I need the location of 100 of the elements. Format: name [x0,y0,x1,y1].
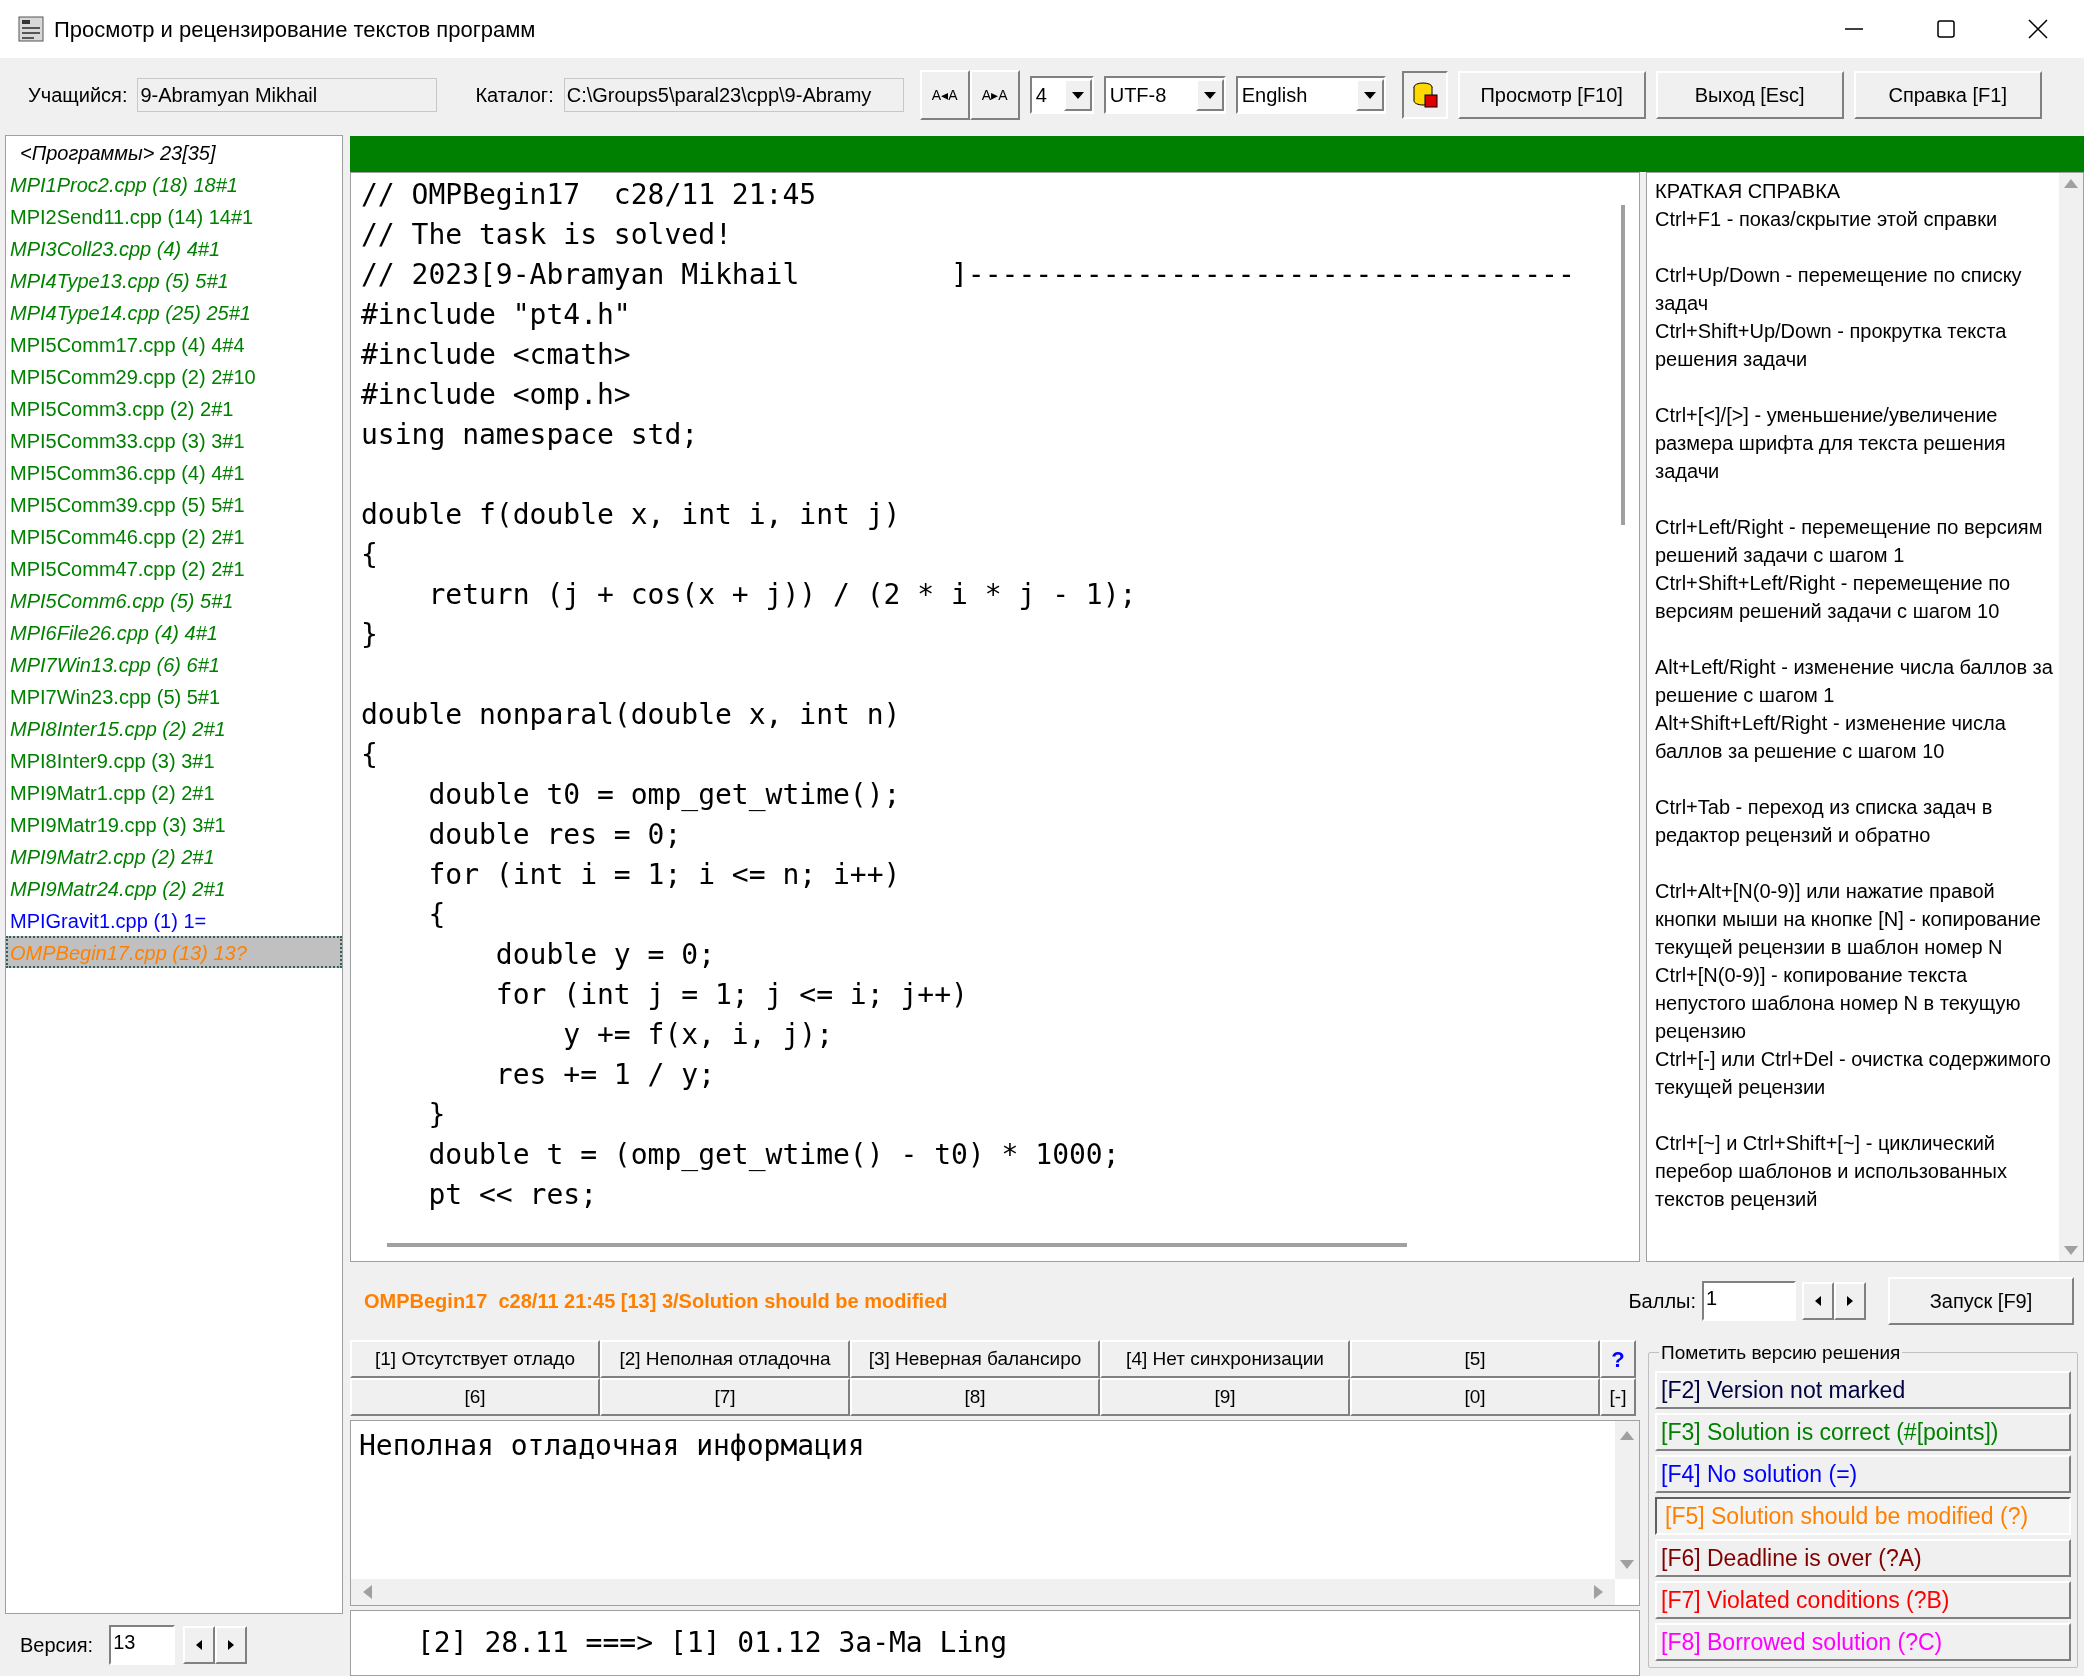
help-text: Ctrl+Up/Down - перемещение по списку задач [1655,263,2023,316]
program-item[interactable]: MPI9Matr2.cpp (2) 2#1 [6,840,342,872]
field-label: Учащийся: [28,83,128,108]
field-label: Каталог: [475,83,554,108]
help-text: Alt+Shift+Left/Right - изменение числа баллов за решение с шагом 10 [1655,711,2007,764]
template-button[interactable]: [5] [1350,1340,1600,1378]
program-item[interactable]: MPI5Comm47.cpp (2) 2#1 [6,552,342,584]
template-button[interactable]: [7] [600,1378,850,1416]
help-text: Ctrl+Left/Right - перемещение по версиям решений задачи с шагом 1 [1655,515,2044,568]
status-text: OMPBegin17 c28/11 21:45 [13] 3/Solution should be modified [364,1289,948,1314]
program-item[interactable]: MPI4Type14.cpp (25) 25#1 [6,296,342,328]
template-button[interactable]: [4] Нет синхронизации [1100,1340,1350,1378]
app-icon [18,16,44,42]
program-item[interactable]: MPIGravit1.cpp (1) 1= [6,904,342,936]
list-header: <Программы> 23[35] [19,141,217,166]
code-line: double res = 0; [427,817,683,853]
maximize-icon [1937,20,1955,38]
triangle-right-icon [1847,1296,1853,1306]
help-text: Ctrl+Alt+[N(0-9)] или нажатие правой кнопки мыши на кнопке [N] - копирование текущей рецензии в шаблон номер N [1655,879,2042,960]
template-button[interactable]: [0] [1350,1378,1600,1416]
mark-button[interactable]: [F2] Version not marked [1655,1371,2071,1409]
toolbar-button[interactable]: Просмотр [F10] [1457,71,1646,119]
program-item[interactable]: MPI2Send11.cpp (14) 14#1 [6,200,342,232]
program-item[interactable]: MPI5Comm46.cpp (2) 2#1 [6,520,342,552]
mark-button[interactable]: [F7] Violated conditions (?B) [1655,1581,2071,1619]
review-editor[interactable]: Неполная отладочная информация [350,1420,1640,1606]
caret-down-icon [1203,91,1216,99]
field-label: Баллы: [1628,1289,1696,1314]
template-button[interactable]: [6] [350,1378,600,1416]
code-line: #include "pt4.h" [361,297,632,333]
font-smaller-button[interactable]: A◂A [919,70,970,120]
program-item[interactable]: MPI5Comm36.cpp (4) 4#1 [6,456,342,488]
program-item[interactable]: MPI9Matr19.cpp (3) 3#1 [6,808,342,840]
help-title: КРАТКАЯ СПРАВКА [1655,179,1842,204]
help-text: Ctrl+Shift+Up/Down - прокрутка текста решения задачи [1655,319,2008,372]
program-item[interactable]: MPI4Type13.cpp (5) 5#1 [6,264,342,296]
run-button[interactable]: Запуск [F9] [1888,1277,2074,1325]
student-field[interactable]: 9-Abramyan Mikhail [137,78,438,112]
program-item[interactable]: MPI3Coll23.cpp (4) 4#1 [6,232,342,264]
code-line: for (int j = 1; j <= i; j++) [494,977,969,1013]
program-item[interactable]: MPI5Comm17.cpp (4) 4#4 [6,328,342,360]
program-item[interactable]: MPI9Matr1.cpp (2) 2#1 [6,776,342,808]
code-line: double f(double x, int i, int j) [361,497,902,533]
toolbar-button[interactable]: Выход [Esc] [1655,71,1844,119]
program-item[interactable]: MPI5Comm33.cpp (3) 3#1 [6,424,342,456]
program-item[interactable]: MPI5Comm6.cpp (5) 5#1 [6,584,342,616]
spin-left-button[interactable] [183,1626,216,1664]
spin-right-button[interactable] [215,1626,248,1664]
program-item[interactable]: MPI8Inter15.cpp (2) 2#1 [6,712,342,744]
mark-button[interactable]: [F3] Solution is correct (#[points]) [1655,1413,2071,1451]
spin-left-button[interactable] [1802,1282,1834,1320]
code-line: #include <omp.h> [361,377,632,413]
program-item[interactable]: MPI7Win23.cpp (5) 5#1 [6,680,342,712]
code-line: { [361,737,379,773]
template-button[interactable]: [3] Неверная балансиро [850,1340,1100,1378]
template-button[interactable]: [1] Отсутствует отладо [350,1340,600,1378]
code-line: y += f(x, i, j); [562,1017,834,1053]
scroll-up-icon [2064,179,2078,188]
help-button[interactable]: ? [1600,1340,1636,1378]
help-text: Ctrl+Shift+Left/Right - перемещение по версиям решений задачи с шагом 10 [1655,571,2012,624]
program-item[interactable]: MPI6File26.cpp (4) 4#1 [6,616,342,648]
template-button[interactable]: [9] [1100,1378,1350,1416]
version-field[interactable]: 13 [109,1625,176,1665]
code-line: for (int i = 1; i <= n; i++) [427,857,902,893]
help-text: Ctrl+[~] и Ctrl+Shift+[~] - циклический перебор шаблонов и использованных текстов рецензий [1655,1131,2008,1212]
program-item[interactable]: MPI5Comm3.cpp (2) 2#1 [6,392,342,424]
code-line: pt << res; [427,1177,598,1213]
scroll-down-icon [2064,1246,2078,1255]
dropdown[interactable]: English [1235,76,1386,114]
template-button[interactable]: [2] Неполная отладочна [600,1340,850,1378]
program-item[interactable]: MPI7Win13.cpp (6) 6#1 [6,648,342,680]
toolbar-button[interactable]: Справка [F1] [1853,71,2042,119]
field-label: Версия: [20,1633,94,1658]
program-item[interactable]: MPI5Comm29.cpp (2) 2#10 [6,360,342,392]
spin-right-button[interactable] [1834,1282,1866,1320]
mark-button[interactable]: [F4] No solution (=) [1655,1455,2071,1493]
caret-down-icon [1363,91,1376,99]
program-item[interactable]: MPI9Matr24.cpp (2) 2#1 [6,872,342,904]
program-item[interactable]: MPI8Inter9.cpp (3) 3#1 [6,744,342,776]
help-text: Ctrl+F1 - показ/скрытие этой справки [1655,207,1999,232]
code-line: return (j + cos(x + j)) / (2 * i * j - 1); [427,577,1138,613]
clear-button[interactable]: [-] [1600,1378,1636,1416]
template-button[interactable]: [8] [850,1378,1100,1416]
dropdown[interactable]: 4 [1029,76,1094,114]
program-item[interactable]: MPI5Comm39.cpp (5) 5#1 [6,488,342,520]
dropdown[interactable]: UTF-8 [1103,76,1226,114]
database-button[interactable] [1401,71,1448,119]
help-text: Ctrl+[-] или Ctrl+Del - очистка содержимого текущей рецензии [1655,1047,2052,1100]
catalog-field[interactable]: C:\Groups5\paral23\cpp\9-Abramy [563,78,904,112]
scroll-up-icon [1620,1431,1634,1440]
points-field[interactable]: 1 [1702,1281,1796,1321]
triangle-right-icon [228,1640,235,1650]
triangle-left-icon [1815,1296,1821,1306]
mark-button[interactable]: [F6] Deadline is over (?A) [1655,1539,2071,1577]
code-line: res += 1 / y; [494,1057,716,1093]
triangle-left-icon [196,1640,203,1650]
program-item[interactable]: MPI1Proc2.cpp (18) 18#1 [6,168,342,200]
font-larger-button[interactable]: A▸A [969,70,1020,120]
code-line: double t = (omp_get_wtime() - t0) * 1000; [427,1137,1121,1173]
code-line: } [427,1097,447,1133]
